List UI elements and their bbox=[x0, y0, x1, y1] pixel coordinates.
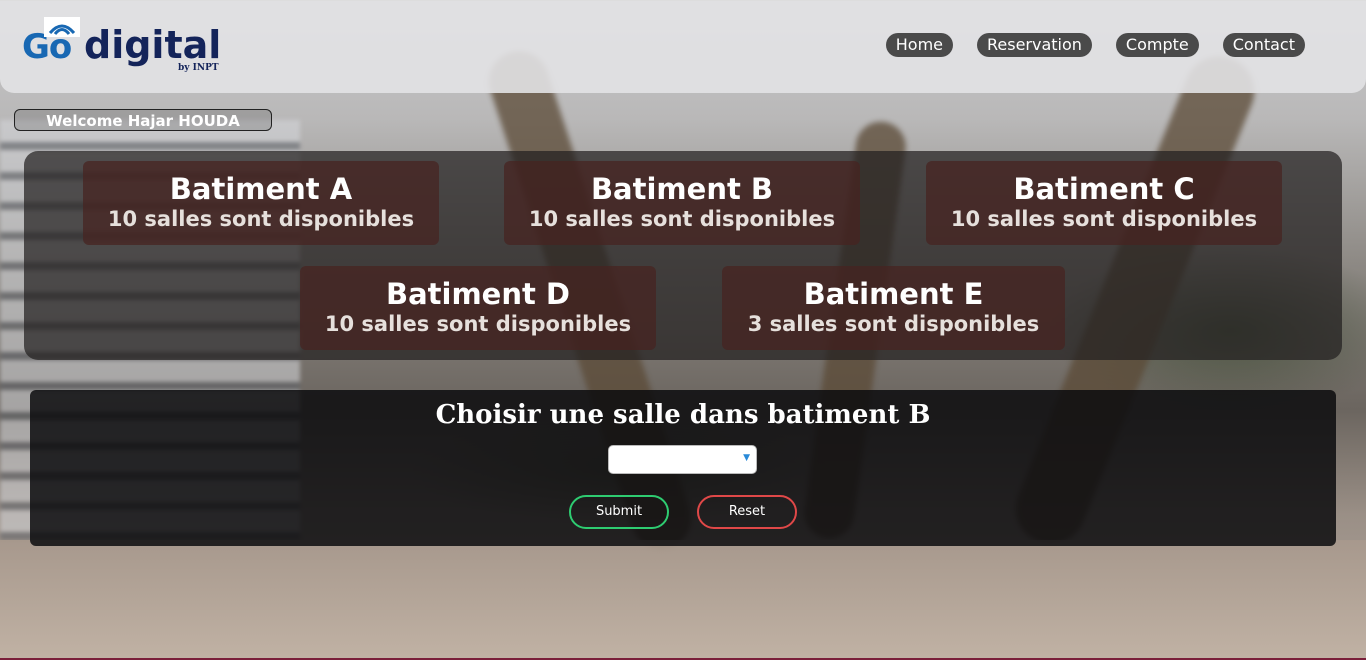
building-availability: 3 salles sont disponibles bbox=[747, 312, 1040, 336]
header: Go digital by INPT Home Reservation Comp… bbox=[0, 0, 1366, 93]
building-availability: 10 salles sont disponibles bbox=[107, 207, 415, 231]
building-availability: 10 salles sont disponibles bbox=[950, 207, 1258, 231]
wifi-icon bbox=[44, 17, 80, 37]
building-card-c[interactable]: Batiment C 10 salles sont disponibles bbox=[926, 161, 1282, 245]
logo-digital: digital bbox=[84, 23, 222, 67]
building-card-e[interactable]: Batiment E 3 salles sont disponibles bbox=[722, 266, 1065, 350]
building-name: Batiment A bbox=[169, 172, 353, 206]
nav-compte[interactable]: Compte bbox=[1115, 33, 1199, 57]
building-name: Batiment C bbox=[1013, 172, 1195, 206]
building-card-b[interactable]: Batiment B 10 salles sont disponibles bbox=[504, 161, 860, 245]
form-title: Choisir une salle dans batiment B bbox=[435, 400, 931, 430]
building-name: Batiment B bbox=[590, 172, 774, 206]
submit-button[interactable]: Submit bbox=[569, 495, 669, 529]
building-name: Batiment E bbox=[803, 277, 984, 311]
main-nav: Home Reservation Compte Contact bbox=[885, 33, 1305, 57]
building-card-a[interactable]: Batiment A 10 salles sont disponibles bbox=[83, 161, 439, 245]
chevron-down-icon: ▼ bbox=[743, 453, 750, 463]
building-card-d[interactable]: Batiment D 10 salles sont disponibles bbox=[300, 266, 656, 350]
welcome-badge: Welcome Hajar HOUDA bbox=[14, 109, 272, 131]
background-ground bbox=[0, 540, 1366, 660]
reset-button[interactable]: Reset bbox=[697, 495, 797, 529]
nav-contact[interactable]: Contact bbox=[1222, 33, 1305, 57]
building-availability: 10 salles sont disponibles bbox=[324, 312, 632, 336]
logo[interactable]: Go digital by INPT bbox=[22, 17, 232, 77]
buildings-panel: Batiment A 10 salles sont disponibles Ba… bbox=[24, 151, 1342, 360]
nav-reservation[interactable]: Reservation bbox=[977, 33, 1092, 57]
building-availability: 10 salles sont disponibles bbox=[528, 207, 836, 231]
nav-home[interactable]: Home bbox=[885, 33, 953, 57]
logo-byline: by INPT bbox=[178, 63, 219, 73]
building-name: Batiment D bbox=[385, 277, 571, 311]
room-selection-form: Choisir une salle dans batiment B ▼ Subm… bbox=[30, 390, 1336, 546]
room-select[interactable]: ▼ bbox=[608, 445, 757, 474]
